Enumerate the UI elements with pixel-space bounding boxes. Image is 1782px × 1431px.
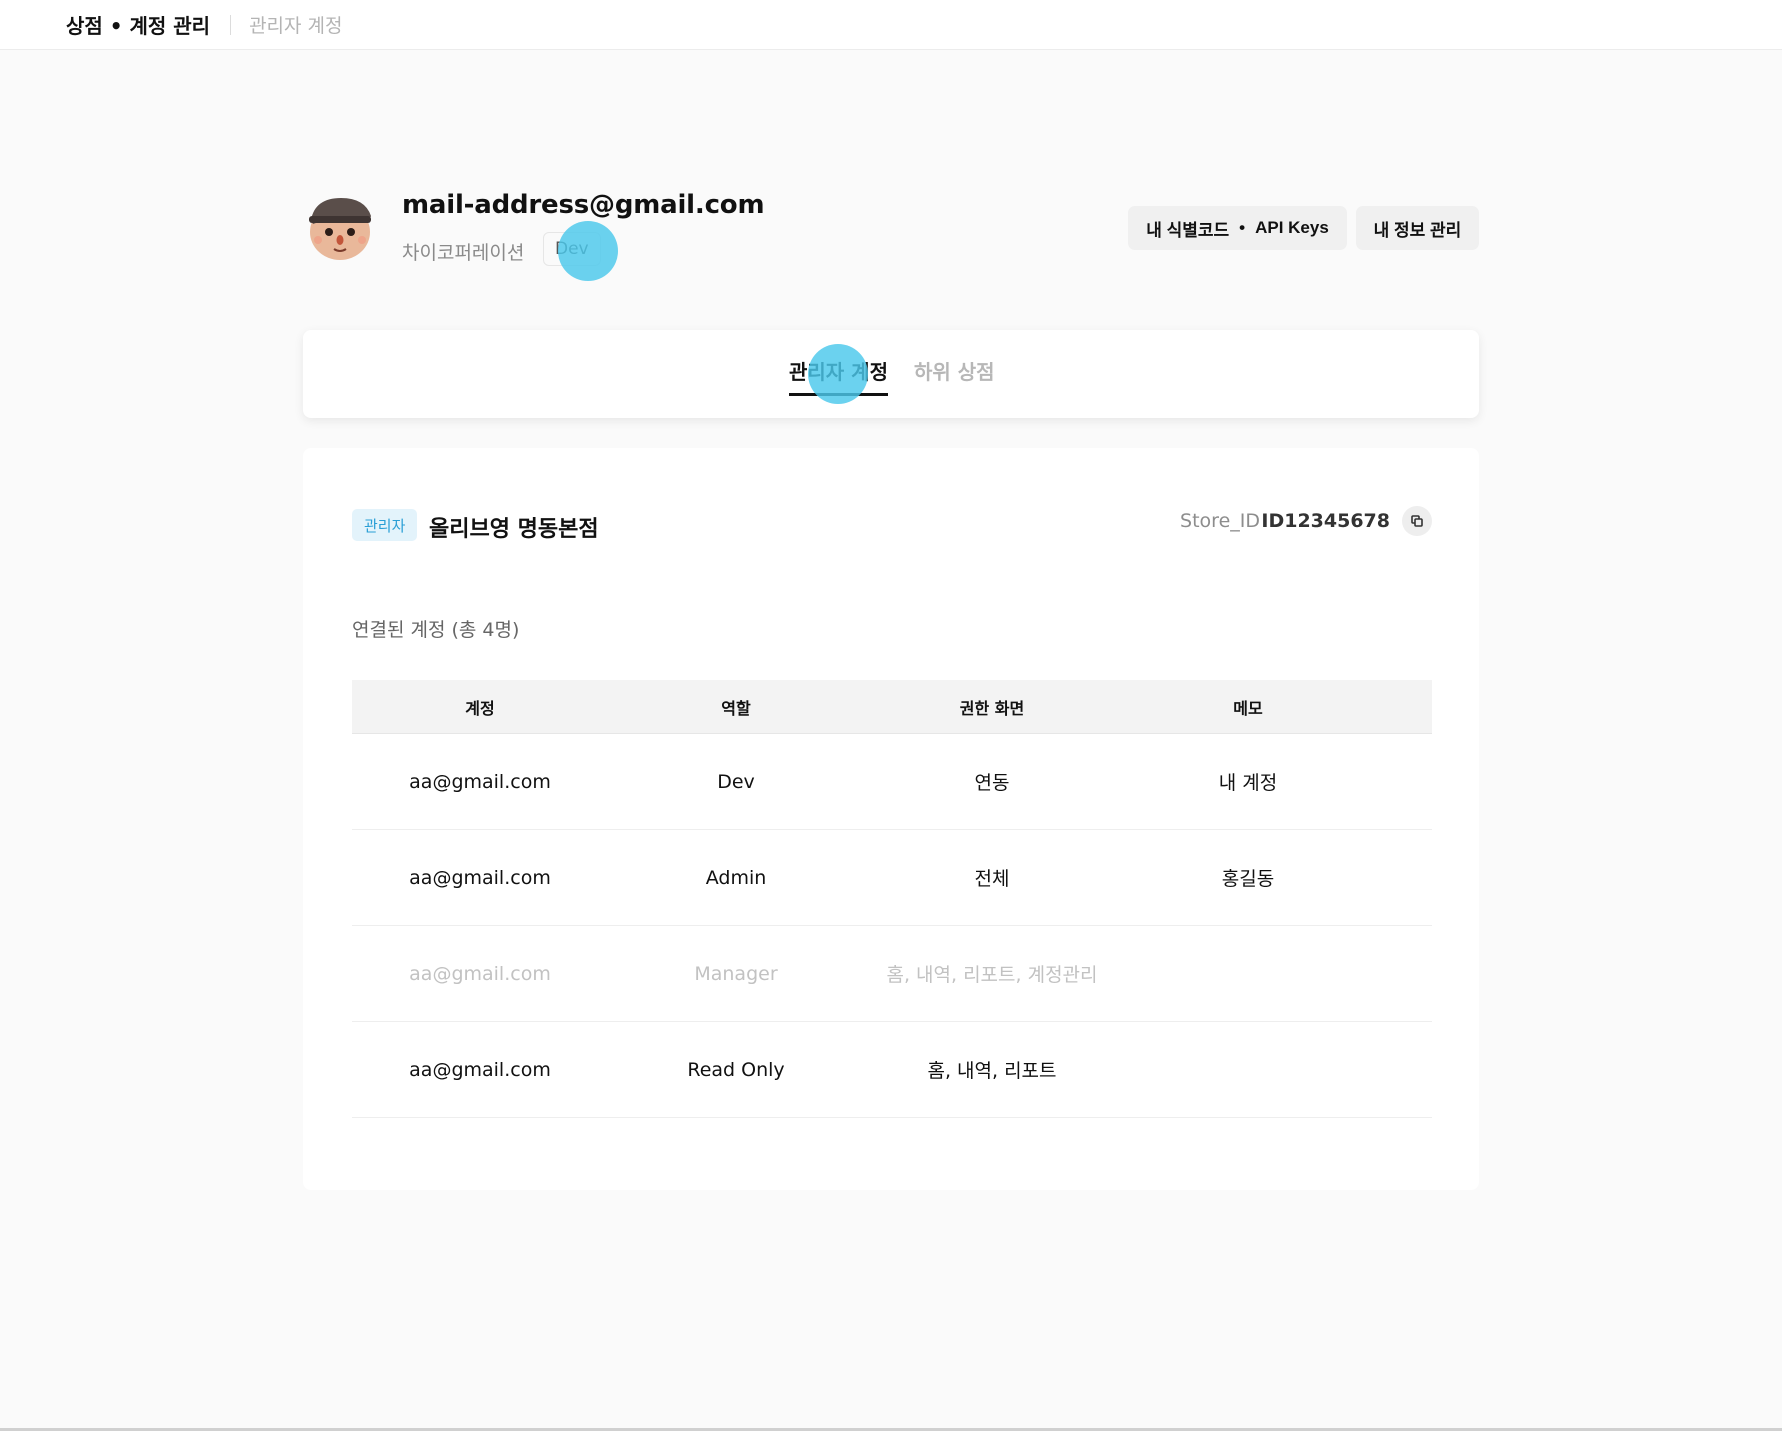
account-cell: aa@gmail.com [409, 866, 551, 889]
separator-dot: • [1239, 218, 1246, 237]
touch-indicator [558, 221, 618, 281]
store-id-value: ID12345678 [1261, 510, 1390, 532]
tab-bar: 관리자 계정 하위 상점 [303, 330, 1479, 418]
top-bar: 상점 • 계정 관리 관리자 계정 [0, 0, 1782, 50]
screens-cell: 전체 [974, 868, 1010, 890]
store-id-label: Store_ID [1180, 510, 1260, 532]
avatar [303, 190, 377, 264]
column-header-account: 계정 [465, 698, 495, 718]
screens-cell: 홈, 내역, 리포트 [927, 1060, 1057, 1082]
role-cell: Read Only [687, 1058, 785, 1081]
screens-cell: 연동 [974, 772, 1010, 794]
table-row[interactable]: aa@gmail.com Read Only 홈, 내역, 리포트 [352, 1022, 1432, 1118]
role-cell: Dev [717, 770, 755, 793]
screens-cell: 홈, 내역, 리포트, 계정관리 [886, 964, 1098, 986]
column-header-screens: 권한 화면 [959, 698, 1025, 718]
role-cell: Manager [694, 962, 778, 985]
my-info-button[interactable]: 내 정보 관리 [1356, 206, 1479, 250]
company-name: 차이코퍼레이션 [402, 242, 525, 264]
copy-icon [1411, 515, 1423, 527]
store-name: 올리브영 명동본점 [429, 517, 599, 542]
accounts-table: 계정 역할 권한 화면 메모 aa@gmail.com Dev 연동 내 계정 … [352, 680, 1432, 1118]
tab-sub-stores[interactable]: 하위 상점 [914, 356, 995, 393]
profile-section: mail-address@gmail.com 차이코퍼레이션 Dev 내 식별코… [303, 186, 1479, 281]
api-keys-label: API Keys [1255, 218, 1329, 237]
table-header: 계정 역할 권한 화면 메모 [352, 680, 1432, 734]
admin-badge: 관리자 [352, 509, 418, 541]
breadcrumb-current: 관리자 계정 [249, 15, 343, 37]
role-cell: Admin [705, 866, 767, 889]
table-row[interactable]: aa@gmail.com Admin 전체 홍길동 [352, 830, 1432, 926]
linked-accounts-title: 연결된 계정 (총 4명) [352, 619, 520, 641]
copy-button[interactable] [1402, 506, 1432, 536]
account-cell: aa@gmail.com [409, 1058, 551, 1081]
memo-cell: 내 계정 [1218, 772, 1278, 794]
id-code-api-keys-button[interactable]: 내 식별코드 • API Keys [1128, 206, 1347, 250]
store-panel: 관리자 올리브영 명동본점 Store_ID ID12345678 연결된 계정… [303, 448, 1479, 1190]
column-header-role: 역할 [721, 698, 751, 718]
memo-cell [1120, 1022, 1376, 1117]
account-cell: aa@gmail.com [409, 770, 551, 793]
account-cell: aa@gmail.com [409, 962, 551, 985]
memo-cell: 홍길동 [1221, 868, 1275, 890]
table-row[interactable]: aa@gmail.com Dev 연동 내 계정 [352, 734, 1432, 830]
memo-cell [1120, 926, 1376, 1021]
breadcrumb-title[interactable]: 상점 • 계정 관리 [66, 10, 210, 39]
column-header-memo: 메모 [1233, 698, 1263, 718]
profile-email: mail-address@gmail.com [402, 190, 765, 220]
id-code-label: 내 식별코드 [1146, 220, 1230, 240]
table-row[interactable]: aa@gmail.com Manager 홈, 내역, 리포트, 계정관리 [352, 926, 1432, 1022]
breadcrumb-divider [230, 14, 232, 35]
touch-indicator [808, 344, 868, 404]
